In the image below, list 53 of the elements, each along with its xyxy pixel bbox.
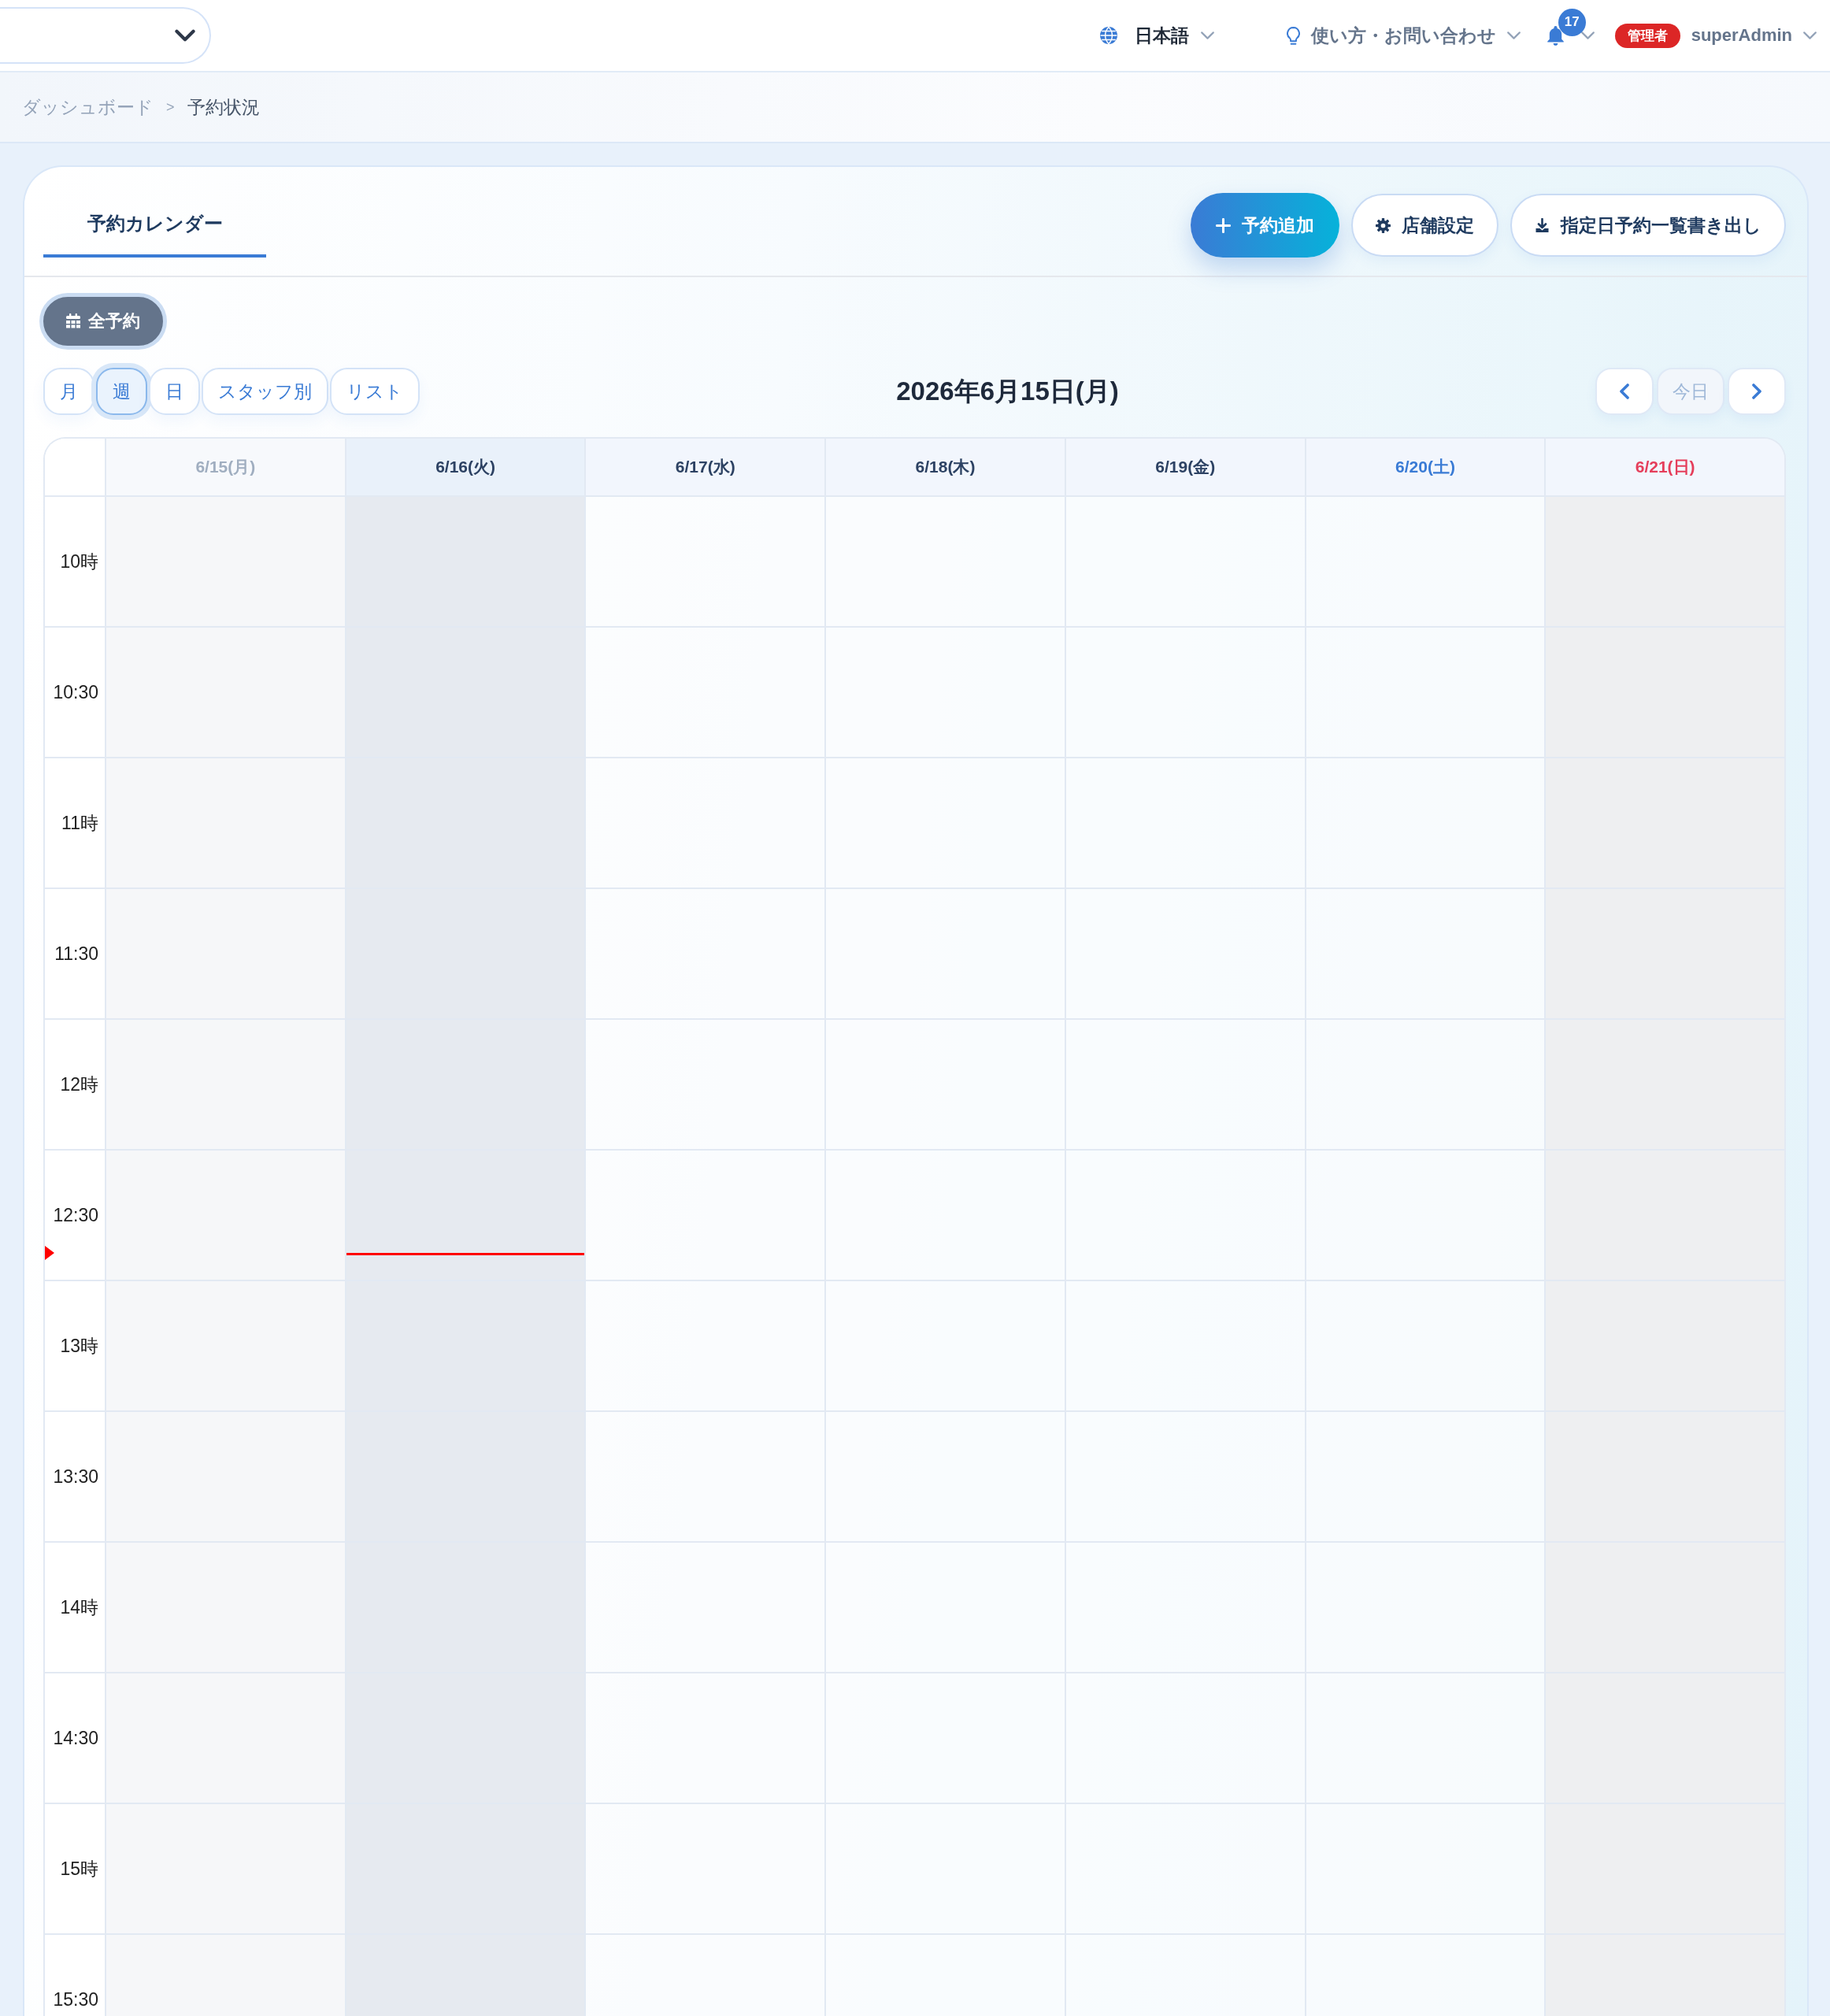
gear-icon: [1376, 217, 1391, 233]
time-label: 14:30: [53, 1727, 98, 1749]
day-header: 6/19(金): [1064, 439, 1305, 495]
calendar-icon: [66, 313, 80, 329]
chevron-down-icon: [175, 29, 195, 42]
view-tab[interactable]: リスト: [330, 368, 420, 415]
tab[interactable]: 予約カレンダー: [43, 193, 266, 258]
time-label: 15:30: [53, 1988, 98, 2010]
day-header: 6/21(日): [1544, 439, 1784, 495]
time-label: 11:30: [54, 943, 98, 965]
breadcrumb-current: 予約状況: [187, 95, 260, 119]
time-label: 12:30: [53, 1204, 98, 1226]
time-label: 14時: [60, 1595, 98, 1619]
settings-button[interactable]: 店舗設定: [1351, 194, 1498, 257]
time-label: 13:30: [53, 1466, 98, 1488]
user-menu-button[interactable]: superAdmin: [1691, 25, 1817, 46]
notification-count-badge: 17: [1558, 8, 1586, 36]
day-header: 6/20(土): [1304, 439, 1545, 495]
time-label: 11時: [61, 811, 98, 835]
download-icon: [1535, 217, 1550, 233]
time-label: 12時: [60, 1073, 98, 1096]
day-header: 6/18(木): [824, 439, 1065, 495]
chevron-down-icon: [1580, 32, 1595, 39]
time-label: 10:30: [53, 681, 98, 703]
time-label: 10時: [60, 550, 98, 573]
help-menu-button[interactable]: 使い方・お問い合わせ: [1286, 23, 1521, 48]
previous-button[interactable]: [1595, 368, 1654, 415]
time-label: 13時: [60, 1334, 98, 1358]
breadcrumb-link[interactable]: ダッシュボード: [22, 94, 154, 120]
next-button[interactable]: [1728, 368, 1786, 415]
chevron-down-icon: [1506, 32, 1521, 39]
select-field[interactable]: [0, 7, 211, 64]
view-tab[interactable]: 月: [43, 368, 94, 415]
chevron-down-icon: [1200, 32, 1214, 39]
view-tab[interactable]: 日: [149, 368, 200, 415]
plus-icon: [1216, 217, 1231, 233]
chevron-right-icon: [1752, 384, 1761, 399]
lightbulb-icon: [1286, 26, 1300, 45]
time-label: 15時: [60, 1857, 98, 1881]
role-badge: 管理者: [1614, 23, 1680, 48]
add-button[interactable]: 予約追加: [1191, 193, 1339, 258]
day-header: 6/15(月): [105, 439, 345, 495]
day-header: 6/16(火): [344, 439, 585, 495]
bell-icon[interactable]: [1547, 25, 1564, 46]
chevron-down-icon: [1803, 32, 1817, 39]
export-button[interactable]: 指定日予約一覧書き出し: [1510, 194, 1786, 257]
calendar-title: 2026年6月15日(月): [896, 375, 1119, 407]
breadcrumb-separator: >: [166, 98, 175, 116]
language-menu-button[interactable]: 日本語: [1099, 23, 1214, 48]
view-tab[interactable]: スタッフ別: [202, 368, 328, 415]
day-header: 6/17(水): [584, 439, 825, 495]
chevron-left-icon: [1620, 384, 1629, 399]
globe-icon: [1099, 27, 1117, 44]
